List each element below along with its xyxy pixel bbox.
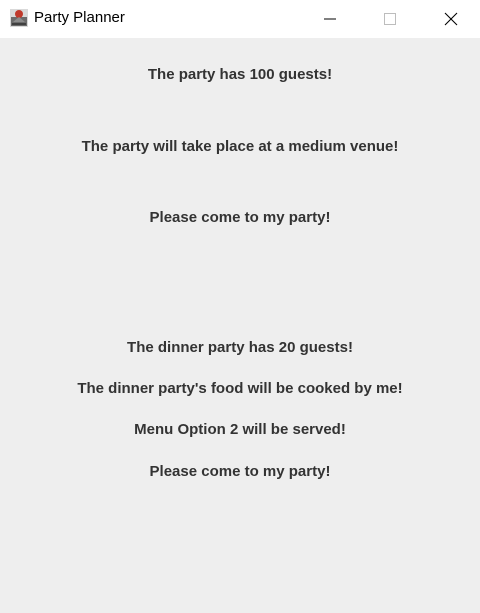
party-invite-label: Please come to my party!: [149, 209, 331, 226]
dinner-party-food-label: The dinner party's food will be cooked b…: [77, 380, 403, 397]
close-button[interactable]: [428, 0, 474, 38]
party-venue-label: The party will take place at a medium ve…: [81, 138, 399, 155]
minimize-button[interactable]: [307, 0, 353, 38]
maximize-button[interactable]: [367, 0, 413, 38]
window-content: The party has 100 guests! The party will…: [0, 38, 480, 613]
close-icon: [444, 12, 458, 26]
window-title: Party Planner: [34, 9, 125, 26]
app-java-icon: [9, 8, 29, 28]
dinner-party-menu-label: Menu Option 2 will be served!: [134, 421, 346, 438]
window-titlebar[interactable]: Party Planner: [0, 0, 480, 38]
maximize-icon: [384, 13, 396, 25]
dinner-party-guests-label: The dinner party has 20 guests!: [127, 339, 353, 356]
party-guests-label: The party has 100 guests!: [147, 66, 333, 83]
minimize-icon: [324, 18, 336, 20]
dinner-party-invite-label: Please come to my party!: [149, 463, 331, 480]
